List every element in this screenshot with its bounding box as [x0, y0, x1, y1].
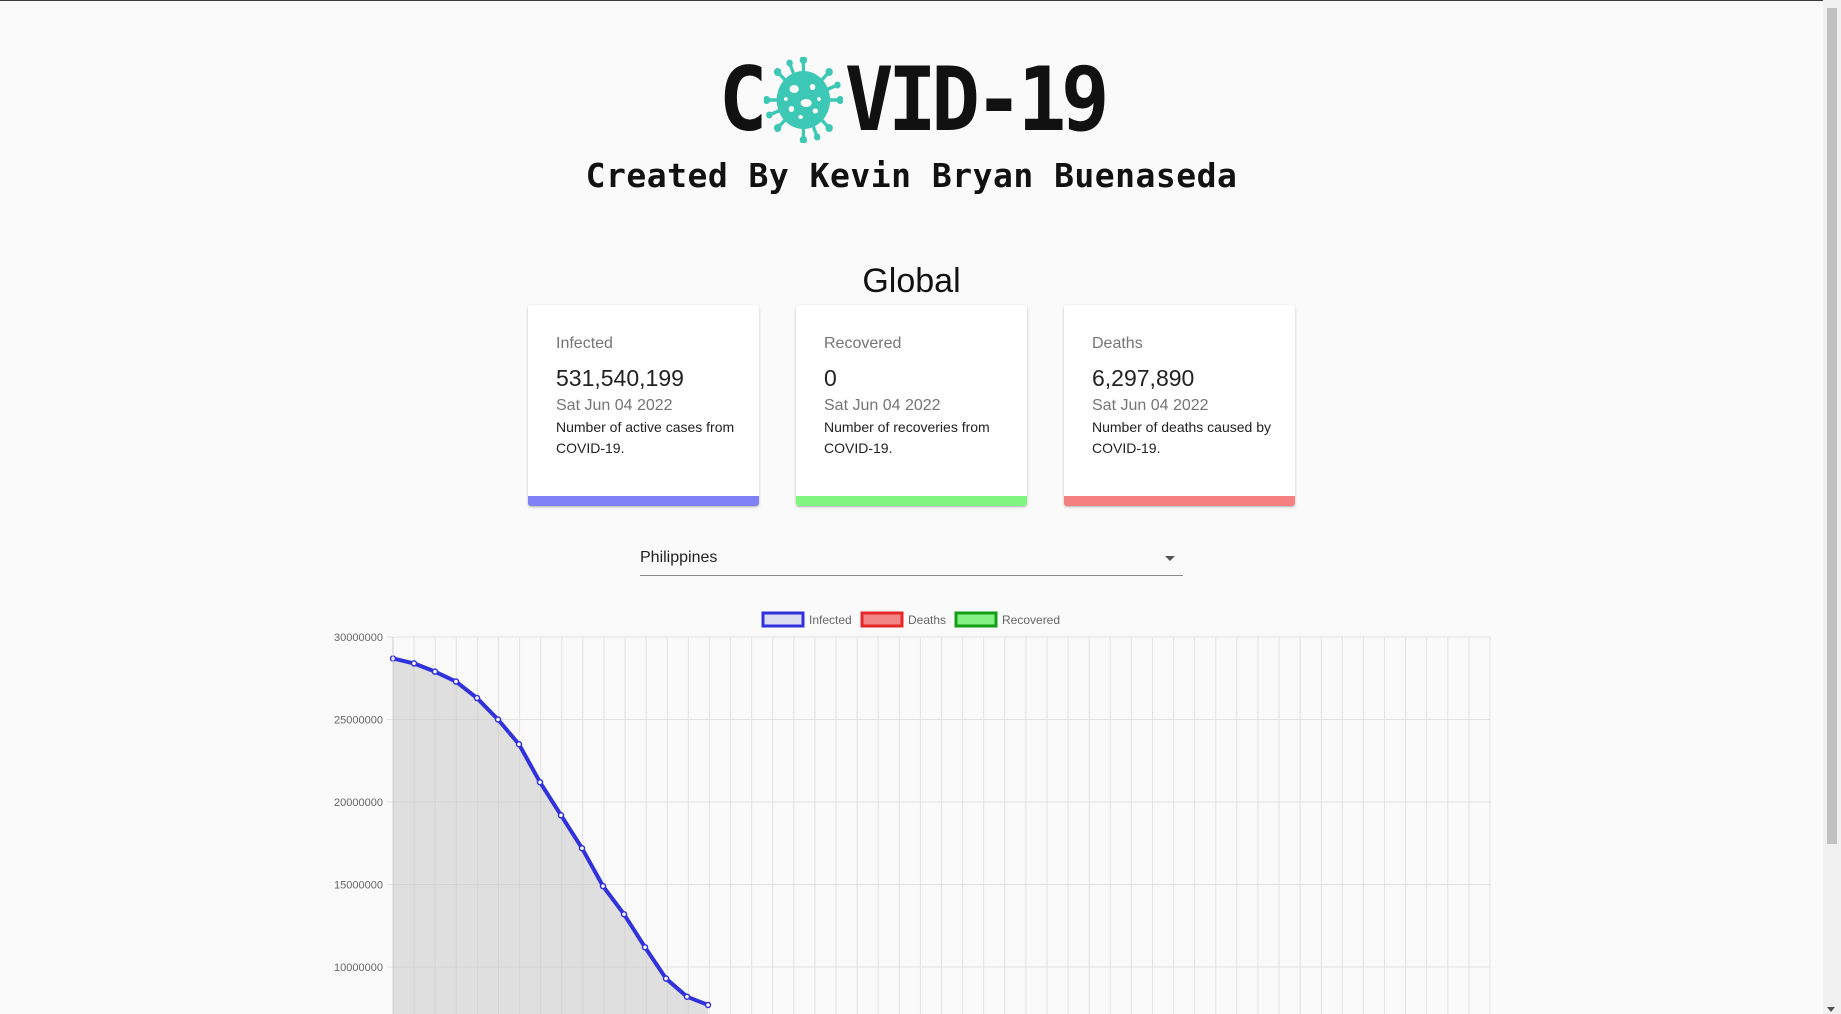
- scroll-down-arrow-icon[interactable]: [1827, 1007, 1835, 1012]
- infected-point: [473, 694, 481, 702]
- legend-swatch: [860, 611, 904, 628]
- infected-point: [494, 716, 502, 723]
- infected-point: [431, 668, 439, 675]
- infected-point: [410, 660, 418, 667]
- infected-area-fill: [393, 658, 708, 1014]
- vertical-scrollbar[interactable]: [1823, 0, 1841, 1014]
- infected-point: [599, 882, 607, 890]
- y-tick-label: 20000000: [334, 797, 383, 809]
- y-tick-label: 10000000: [334, 962, 383, 974]
- legend-label: Deaths: [908, 613, 946, 627]
- infected-point: [620, 910, 628, 918]
- country-chart: 30000000 25000000 20000000 15000000 10000000…: [334, 611, 1491, 1014]
- legend-swatch: [761, 611, 805, 628]
- infected-point: [452, 678, 460, 685]
- y-tick-label: 15000000: [334, 880, 383, 892]
- infected-point: [578, 844, 586, 852]
- scrollbar-thumb[interactable]: [1827, 8, 1837, 844]
- infected-point: [557, 811, 565, 819]
- infected-point: [704, 1001, 712, 1009]
- legend-label: Recovered: [1002, 613, 1060, 627]
- legend-label: Infected: [809, 613, 852, 627]
- y-tick-label: 25000000: [334, 715, 383, 727]
- y-tick-label: 30000000: [334, 632, 383, 644]
- infected-point: [641, 943, 649, 951]
- infected-point: [662, 975, 670, 982]
- infected-point: [536, 778, 544, 786]
- legend-swatch: [954, 611, 998, 628]
- infected-point: [683, 993, 691, 1000]
- infected-point: [515, 741, 523, 748]
